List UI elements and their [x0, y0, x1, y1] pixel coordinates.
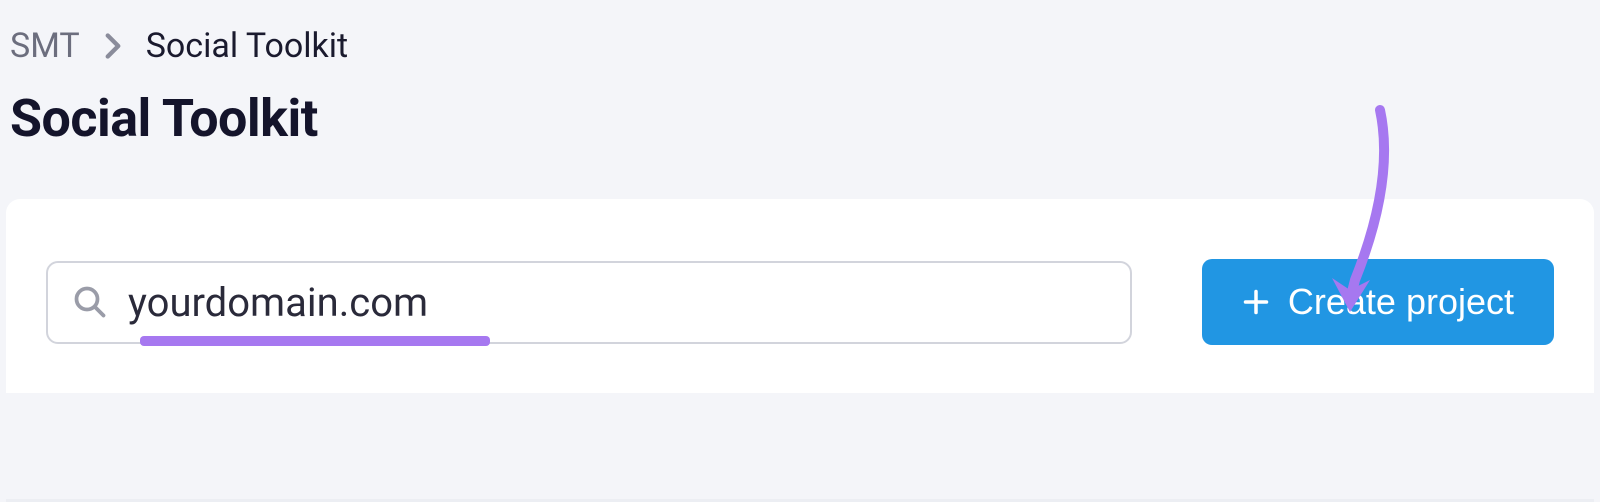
main-card: Create project [6, 199, 1594, 393]
search-field-wrapper[interactable] [46, 261, 1132, 344]
page-title: Social Toolkit [0, 76, 1600, 179]
breadcrumb: SMT Social Toolkit [0, 0, 1600, 76]
breadcrumb-current: Social Toolkit [146, 26, 349, 66]
chevron-right-icon [104, 32, 122, 60]
create-project-button[interactable]: Create project [1202, 259, 1554, 345]
plus-icon [1242, 288, 1270, 316]
domain-input[interactable] [128, 279, 1106, 326]
create-project-label: Create project [1288, 281, 1514, 323]
breadcrumb-root[interactable]: SMT [10, 26, 80, 66]
underline-annotation [140, 336, 490, 346]
search-icon [72, 284, 108, 320]
